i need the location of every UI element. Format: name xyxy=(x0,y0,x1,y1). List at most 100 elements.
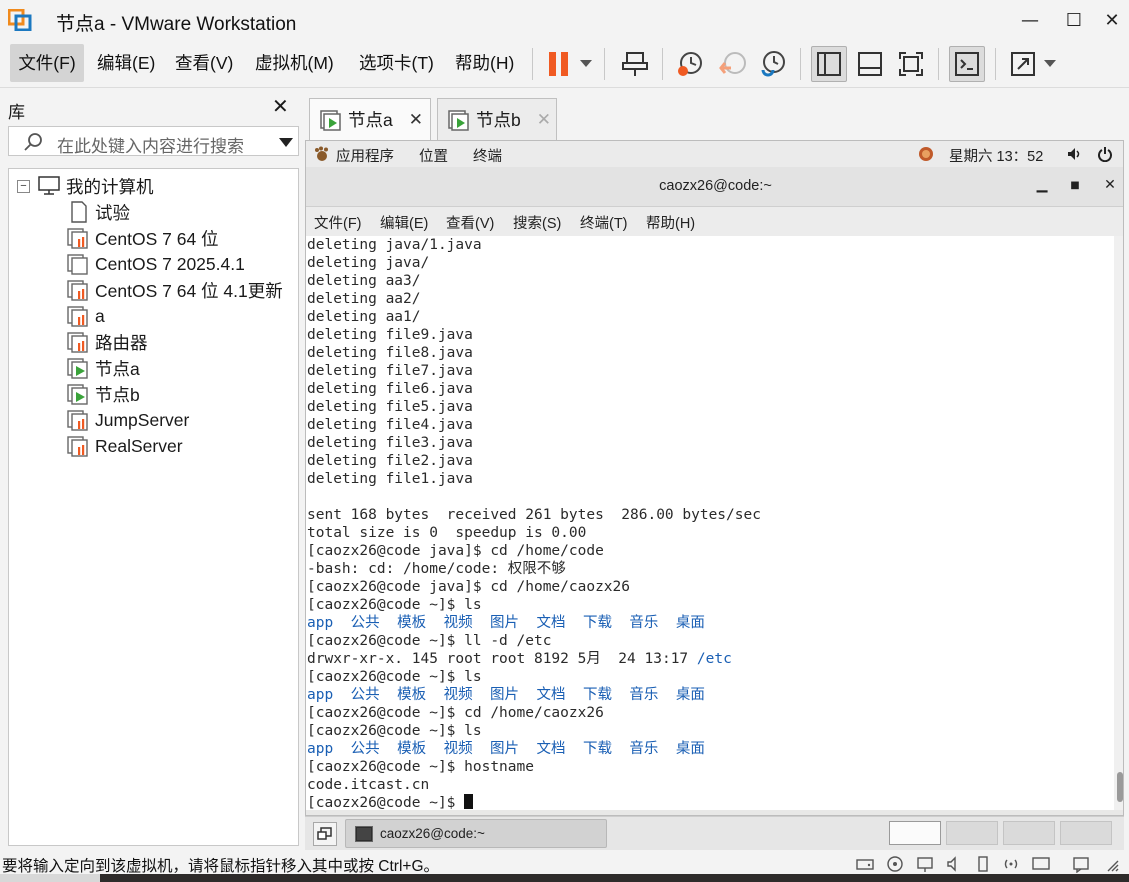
library-panel: 库 ✕ 在此处键入内容进行搜索 − 我的计算机 试验 CentOS 7 64 位 C… xyxy=(0,90,303,850)
workspace-1[interactable] xyxy=(889,821,941,845)
search-dropdown-caret-icon[interactable] xyxy=(279,138,293,147)
gnome-places-menu[interactable]: 位置 xyxy=(419,145,448,166)
vm-item-label: RealServer xyxy=(95,435,183,456)
take-snapshot-button[interactable] xyxy=(672,46,708,82)
minimize-button[interactable]: — xyxy=(1016,6,1044,34)
terminal-output[interactable]: [caozx26@code ~]$ code.itcast.cn [caozx26… xyxy=(306,236,1114,810)
terminal-line: -bash: cd: /home/code: 权限不够 xyxy=(307,561,566,577)
library-vm-item[interactable]: a xyxy=(67,303,105,329)
message-log-icon[interactable] xyxy=(1072,855,1090,873)
workspace-2[interactable] xyxy=(946,821,998,845)
library-vm-item[interactable]: CentOS 7 64 位 xyxy=(67,225,219,251)
terminal-scrollbar[interactable] xyxy=(1114,236,1123,810)
power-icon[interactable] xyxy=(1097,146,1113,162)
status-bar: 要将输入定向到该虚拟机，请将鼠标指针移入其中或按 Ctrl+G。 xyxy=(0,852,1129,875)
library-vm-item[interactable]: 节点b xyxy=(67,381,140,407)
terminal-titlebar: caozx26@code:~ ▁ ■ ✕ xyxy=(306,167,1123,207)
stretch-dropdown-caret-icon[interactable] xyxy=(1044,60,1056,67)
task-label: caozx26@code:~ xyxy=(380,826,485,841)
library-close-button[interactable]: ✕ xyxy=(272,94,289,118)
send-ctrl-alt-del-button[interactable] xyxy=(617,46,653,82)
terminal-menu-search[interactable]: 搜索(S) xyxy=(513,212,561,233)
workspace-4[interactable] xyxy=(1060,821,1112,845)
display-icon[interactable] xyxy=(1032,855,1050,873)
taskbar-terminal-task[interactable]: caozx26@code:~ xyxy=(345,819,607,848)
vm-running-icon xyxy=(67,358,88,379)
library-vm-item[interactable]: CentOS 7 64 位 4.1更新 xyxy=(67,277,283,303)
library-vm-item[interactable]: 路由器 xyxy=(67,329,148,355)
hard-disk-icon[interactable] xyxy=(856,855,874,873)
terminal-line: [caozx26@code java]$ cd /home/caozx26 xyxy=(307,579,631,595)
terminal-menu-terminal[interactable]: 终端(T) xyxy=(580,212,628,233)
library-vm-item[interactable]: 试验 xyxy=(67,199,130,225)
library-vm-item[interactable]: JumpServer xyxy=(67,407,189,433)
volume-icon[interactable] xyxy=(1067,147,1083,161)
status-message: 要将输入定向到该虚拟机，请将鼠标指针移入其中或按 Ctrl+G。 xyxy=(2,858,440,875)
vm-item-label: 路由器 xyxy=(95,332,148,353)
close-window-button[interactable]: ✕ xyxy=(1098,6,1126,34)
cd-dvd-icon[interactable] xyxy=(886,855,904,873)
menu-help[interactable]: 帮助(H) xyxy=(451,44,518,82)
toolbar-separator xyxy=(532,48,533,80)
menu-view[interactable]: 查看(V) xyxy=(171,44,237,82)
vm-item-label: a xyxy=(95,305,105,326)
sound-card-icon[interactable] xyxy=(946,855,964,873)
terminal-line: app 公共 模板 视频 图片 文档 下载 音乐 桌面 xyxy=(307,614,705,632)
menu-vm[interactable]: 虚拟机(M) xyxy=(251,44,338,82)
computer-icon xyxy=(38,176,60,195)
console-view-button[interactable] xyxy=(949,46,985,82)
vm-item-label: 试验 xyxy=(95,202,130,223)
revert-snapshot-button[interactable] xyxy=(715,46,751,82)
terminal-menu-edit[interactable]: 编辑(E) xyxy=(380,212,428,233)
workspace-3[interactable] xyxy=(1003,821,1055,845)
show-desktop-button[interactable] xyxy=(313,822,337,846)
menu-edit[interactable]: 编辑(E) xyxy=(93,44,159,82)
tab-close-button[interactable]: ✕ xyxy=(409,110,423,130)
fullscreen-button[interactable] xyxy=(893,46,929,82)
vmware-logo-icon xyxy=(8,9,32,31)
tab-close-button[interactable]: ✕ xyxy=(537,110,551,130)
library-vm-item[interactable]: RealServer xyxy=(67,433,183,459)
terminal-line: [caozx26@code ~]$ xyxy=(307,794,474,810)
usb-icon[interactable] xyxy=(974,855,992,873)
stretch-guest-button[interactable] xyxy=(1005,46,1041,82)
tree-root-my-computer[interactable]: − 我的计算机 xyxy=(17,173,154,199)
library-search-input[interactable]: 在此处键入内容进行搜索 xyxy=(8,126,299,156)
resize-grip-icon[interactable] xyxy=(1102,855,1120,873)
terminal-close-button[interactable]: ✕ xyxy=(1100,177,1120,197)
network-adapter-icon[interactable] xyxy=(916,855,934,873)
tab-node-b[interactable]: 节点b ✕ xyxy=(437,98,557,140)
terminal-minimize-button[interactable]: ▁ xyxy=(1032,177,1052,197)
library-tree: − 我的计算机 试验 CentOS 7 64 位 CentOS 7 2025.4.1… xyxy=(8,168,299,846)
show-thumbnail-bar-button[interactable] xyxy=(852,46,888,82)
suspend-button[interactable] xyxy=(541,46,577,82)
gnome-applications-menu[interactable]: 应用程序 xyxy=(336,145,394,166)
snapshot-manager-button[interactable] xyxy=(755,46,791,82)
collapse-toggle-icon[interactable]: − xyxy=(17,179,30,193)
tab-node-a[interactable]: 节点a ✕ xyxy=(309,98,431,140)
terminal-menu-help[interactable]: 帮助(H) xyxy=(646,212,695,233)
scrollbar-thumb[interactable] xyxy=(1117,772,1123,802)
terminal-maximize-button[interactable]: ■ xyxy=(1065,180,1085,200)
menu-file[interactable]: 文件(F) xyxy=(10,44,84,82)
gnome-terminal-menu[interactable]: 终端 xyxy=(473,145,502,166)
window-titlebar: 节点a - VMware Workstation — ☐ ✕ xyxy=(0,0,1129,40)
maximize-button[interactable]: ☐ xyxy=(1060,6,1088,34)
library-vm-item[interactable]: 节点a xyxy=(67,355,140,381)
gnome-top-bar: 应用程序 位置 终端 星期六 13：52 xyxy=(306,141,1123,167)
terminal-menu-view[interactable]: 查看(V) xyxy=(446,212,494,233)
power-dropdown-caret-icon[interactable] xyxy=(580,60,592,67)
terminal-line: total size is 0 speedup is 0.00 xyxy=(307,525,587,541)
network-send-icon xyxy=(622,52,648,76)
show-library-button[interactable] xyxy=(811,46,847,82)
terminal-line: deleting file5.java xyxy=(307,399,473,415)
wireless-icon[interactable] xyxy=(1002,855,1020,873)
library-vm-item[interactable]: CentOS 7 2025.4.1 xyxy=(67,251,245,277)
terminal-line: code.itcast.cn xyxy=(307,777,430,793)
guest-display[interactable]: 应用程序 位置 终端 星期六 13：52 caozx26@code:~ ▁ ■ … xyxy=(305,140,1124,816)
terminal-menu-file[interactable]: 文件(F) xyxy=(314,212,362,233)
gnome-clock[interactable]: 星期六 13：52 xyxy=(949,145,1043,166)
terminal-line: deleting file7.java xyxy=(307,363,473,379)
menu-tabs[interactable]: 选项卡(T) xyxy=(355,44,438,82)
terminal-line: deleting aa2/ xyxy=(307,291,421,307)
